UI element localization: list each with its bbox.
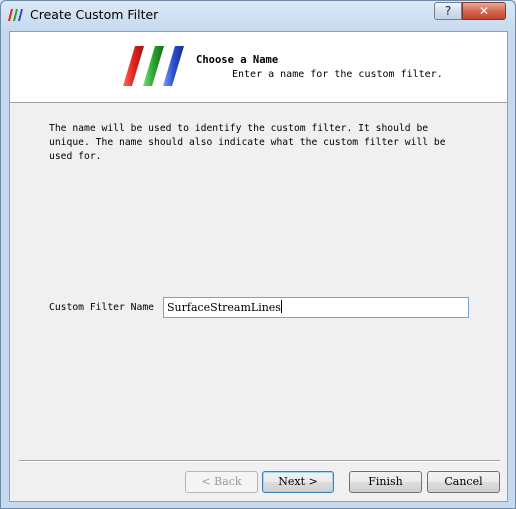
- wizard-header: Choose a Name Enter a name for the custo…: [10, 32, 507, 103]
- filter-name-value: SurfaceStreamLines: [167, 301, 281, 314]
- paraview-logo-icon: [123, 46, 184, 86]
- finish-button[interactable]: Finish: [349, 471, 422, 493]
- help-button[interactable]: ?: [434, 2, 462, 20]
- dialog-window: Create Custom Filter ? ✕ Choose a Name E…: [0, 0, 516, 509]
- filter-name-input[interactable]: SurfaceStreamLines: [163, 297, 469, 318]
- button-separator: [19, 460, 500, 462]
- cancel-button[interactable]: Cancel: [427, 471, 500, 493]
- filter-name-label: Custom Filter Name: [49, 302, 154, 313]
- description-text: The name will be used to identify the cu…: [49, 123, 446, 162]
- wizard-body: Choose a Name Enter a name for the custo…: [9, 31, 508, 502]
- next-button[interactable]: Next >: [262, 471, 334, 493]
- close-button[interactable]: ✕: [462, 2, 506, 20]
- text-caret: [280, 300, 282, 313]
- window-title: Create Custom Filter: [30, 7, 159, 22]
- back-button[interactable]: < Back: [185, 471, 258, 493]
- page-title: Choose a Name: [196, 54, 279, 66]
- page-subtitle: Enter a name for the custom filter.: [232, 69, 443, 80]
- paraview-app-icon: [8, 9, 23, 21]
- title-bar[interactable]: Create Custom Filter ? ✕: [1, 1, 515, 31]
